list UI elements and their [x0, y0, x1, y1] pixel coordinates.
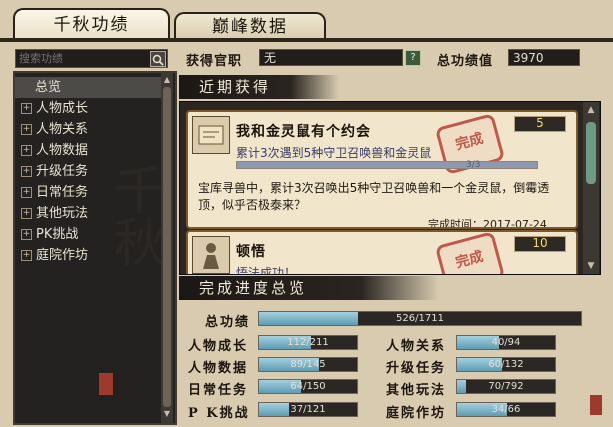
progress-bar-qita-wanfa: 70/792	[456, 379, 556, 394]
progress-text: 112/211	[287, 337, 329, 348]
score-label: 总功绩值	[437, 54, 494, 69]
total-label: 总功绩	[205, 315, 251, 330]
expand-icon[interactable]: +	[21, 166, 32, 177]
menu-item-pk-tiaozhan[interactable]: + PK挑战	[15, 224, 161, 245]
achievement-points-badge: 5	[514, 116, 566, 132]
tab-bar-divider	[0, 38, 613, 42]
menu-item-renwu-chengzhang[interactable]: + 人物成长	[15, 98, 161, 119]
progress-bar-renwu-guanxi: 40/94	[456, 335, 556, 350]
menu-item-label: 庭院作坊	[36, 248, 89, 263]
summary-section-title: 完成进度总览	[179, 276, 439, 300]
expand-icon[interactable]: +	[21, 145, 32, 156]
row-label-renwu-chengzhang: 人物成长	[188, 339, 249, 354]
achievement-progress-text: 3/3	[466, 160, 481, 170]
row-label-renwu-guanxi: 人物关系	[386, 339, 447, 354]
recent-achievements-list: 我和金灵鼠有个约会 5 完成 累计3次遇到5种守卫召唤兽和金灵鼠 3/3 宝库寻…	[179, 101, 601, 275]
menu-scrollbar[interactable]: ▲ ▼	[161, 73, 173, 423]
scroll-up-icon[interactable]: ▲	[585, 104, 597, 116]
row-label-shengji-renwu: 升级任务	[386, 361, 447, 376]
scroll-icon	[192, 116, 230, 154]
help-button[interactable]: ?	[405, 50, 421, 66]
progress-fill	[237, 162, 537, 168]
achievement-points-badge: 10	[514, 236, 566, 252]
search-box	[15, 49, 168, 68]
achievement-title: 我和金灵鼠有个约会	[236, 124, 371, 140]
progress-text: 60/132	[488, 359, 524, 370]
menu-item-label: 人物数据	[36, 143, 89, 158]
official-value: 无	[259, 49, 403, 66]
tab-dianfeng-shuju[interactable]: 巅峰数据	[174, 12, 326, 40]
menu-item-richang-renwu[interactable]: + 日常任务	[15, 182, 161, 203]
completed-stamp: 完成	[434, 232, 506, 274]
seal-decoration	[99, 373, 113, 395]
scroll-thumb[interactable]	[163, 87, 171, 407]
recent-section-title: 近期获得	[179, 75, 339, 99]
scroll-down-icon[interactable]: ▼	[162, 409, 172, 419]
row-label-richang-renwu: 日常任务	[188, 383, 249, 398]
progress-bar-tingyuan-zuofang: 34/66	[456, 402, 556, 417]
achievement-body: 宝库寻兽中，累计3次召唤出5种守卫召唤兽和一个金灵鼠，倒霉透顶，似乎否极泰来？	[198, 181, 550, 212]
row-label-tingyuan-zuofang: 庭院作坊	[386, 406, 447, 421]
menu-item-overview[interactable]: 总览	[15, 77, 161, 98]
progress-text: 89/145	[290, 359, 326, 370]
progress-bar-shengji-renwu: 60/132	[456, 357, 556, 372]
row-label-renwu-shuju: 人物数据	[188, 361, 249, 376]
recent-scrollbar[interactable]: ▲ ▼	[583, 102, 599, 274]
progress-text: 37/121	[290, 404, 326, 415]
category-tree: 千秋 总览 + 人物成长 + 人物关系 + 人物数据 + 升级任务 + 日常任务 + 其他玩…	[13, 71, 177, 425]
progress-bar-renwu-shuju: 89/145	[258, 357, 358, 372]
search-icon	[152, 54, 164, 66]
expand-icon[interactable]: +	[21, 229, 32, 240]
search-button[interactable]	[150, 51, 166, 67]
scroll-up-icon[interactable]: ▲	[162, 75, 172, 85]
menu-item-renwu-shuju[interactable]: + 人物数据	[15, 140, 161, 161]
menu-item-label: 总览	[35, 80, 62, 95]
seal-decoration	[590, 395, 602, 415]
score-value: 3970	[508, 49, 580, 66]
achievement-card[interactable]: 我和金灵鼠有个约会 5 完成 累计3次遇到5种守卫召唤兽和金灵鼠 3/3 宝库寻…	[186, 110, 578, 229]
expand-icon[interactable]: +	[21, 187, 32, 198]
menu-item-label: 日常任务	[36, 185, 89, 200]
expand-icon[interactable]: +	[21, 250, 32, 261]
progress-text: 526/1711	[396, 313, 444, 324]
achievement-desc: 悟法成功！	[236, 266, 297, 275]
progress-bar-renwu-chengzhang: 112/211	[258, 335, 358, 350]
menu-item-tingyuan-zuofang[interactable]: + 庭院作坊	[15, 245, 161, 266]
menu-item-label: 其他玩法	[36, 206, 89, 221]
progress-bar-richang-renwu: 64/150	[258, 379, 358, 394]
achievement-title: 顿悟	[236, 244, 266, 260]
menu-item-shengji-renwu[interactable]: + 升级任务	[15, 161, 161, 182]
menu-item-qita-wanfa[interactable]: + 其他玩法	[15, 203, 161, 224]
progress-text: 70/792	[488, 381, 524, 392]
scroll-down-icon[interactable]: ▼	[585, 260, 597, 272]
achievement-desc: 累计3次遇到5种守卫召唤兽和金灵鼠	[236, 146, 432, 160]
official-label: 获得官职	[186, 54, 243, 69]
expand-icon[interactable]: +	[21, 208, 32, 219]
total-progress-bar: 526/1711	[258, 311, 582, 326]
row-label-pk-tiaozhan: P K挑战	[188, 406, 250, 421]
achievement-progress-bar	[236, 161, 538, 169]
scroll-thumb[interactable]	[586, 122, 596, 184]
menu-item-label: 人物关系	[36, 122, 89, 137]
progress-text: 40/94	[491, 337, 521, 348]
progress-text: 34/66	[491, 404, 521, 415]
progress-bar-pk-tiaozhan: 37/121	[258, 402, 358, 417]
expand-icon[interactable]: +	[21, 124, 32, 135]
menu-item-label: 升级任务	[36, 164, 89, 179]
menu-item-label: PK挑战	[36, 227, 79, 242]
row-label-qita-wanfa: 其他玩法	[386, 383, 447, 398]
figure-icon	[192, 236, 230, 274]
progress-text: 64/150	[290, 381, 326, 392]
menu-item-renwu-guanxi[interactable]: + 人物关系	[15, 119, 161, 140]
achievement-date: 完成时间：2017-07-24	[428, 218, 547, 229]
achievement-card[interactable]: 顿悟 10 完成 悟法成功！	[186, 230, 578, 275]
tab-qianqiu-gongji[interactable]: 千秋功绩	[13, 8, 170, 40]
expand-icon[interactable]: +	[21, 103, 32, 114]
menu-item-label: 人物成长	[36, 101, 89, 116]
search-input[interactable]	[19, 50, 147, 67]
